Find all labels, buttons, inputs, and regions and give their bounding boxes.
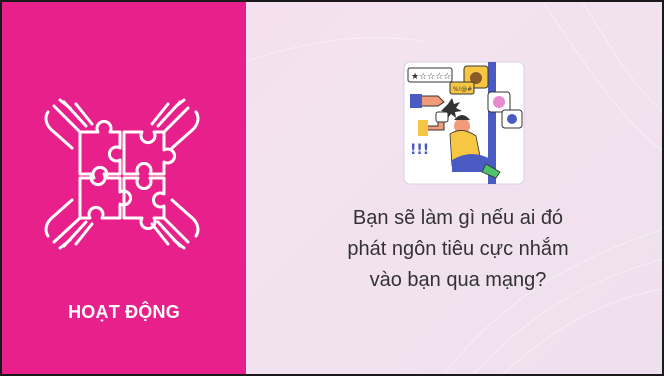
question-line: phát ngôn tiêu cực nhắm bbox=[347, 238, 569, 260]
question-line: Bạn sẽ làm gì nếu ai đó bbox=[352, 207, 564, 229]
background-lines bbox=[246, 2, 662, 374]
svg-text:!!!: !!! bbox=[410, 142, 429, 158]
puzzle-hands-icon bbox=[44, 98, 200, 250]
activity-panel: HOẠT ĐỘNG bbox=[2, 2, 246, 374]
svg-text:★☆☆☆☆: ★☆☆☆☆ bbox=[411, 72, 451, 82]
content-area bbox=[246, 2, 662, 374]
activity-title: HOẠT ĐỘNG bbox=[68, 302, 180, 322]
question-line: vào bạn qua mạng? bbox=[369, 269, 547, 291]
question-text: Bạn sẽ làm gì nếu ai đó phát ngôn tiêu c… bbox=[298, 203, 618, 296]
cyberbullying-illustration: ★☆☆☆☆ %!@# !!! bbox=[403, 61, 525, 185]
slide: HOẠT ĐỘNG ★☆☆☆☆ %!@# !!! Bạn sẽ làm gì n… bbox=[0, 0, 664, 376]
svg-text:%!@#: %!@# bbox=[453, 86, 472, 93]
